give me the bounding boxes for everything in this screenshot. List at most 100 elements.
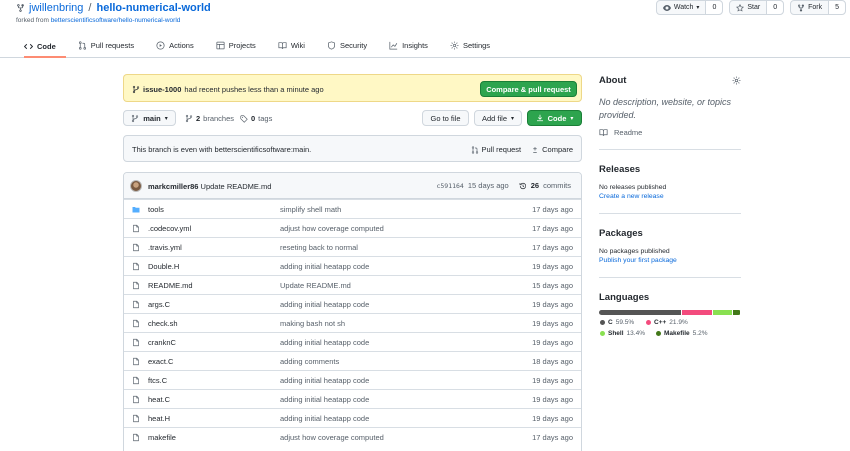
commits-count[interactable]: 26 <box>531 181 539 190</box>
repo-name-link[interactable]: hello-numerical-world <box>96 2 210 14</box>
forked-from-link[interactable]: betterscientificsoftware/hello-numerical… <box>51 17 181 24</box>
tag-icon <box>240 114 248 123</box>
table-row[interactable]: .codecov.yml adjust how coverage computed… <box>124 218 581 237</box>
pull-request-link[interactable]: Pull request <box>471 145 521 154</box>
compare-pull-request-button[interactable]: Compare & pull request <box>480 81 577 97</box>
commits-label[interactable]: commits <box>543 181 571 190</box>
repo-header: jwillenbring / hello-numerical-world for… <box>0 0 850 58</box>
readme-link[interactable]: Readme <box>599 128 642 137</box>
readme-label: Readme <box>614 128 643 137</box>
star-button[interactable]: Star 0 <box>729 0 785 15</box>
file-icon <box>133 243 139 252</box>
file-name-link[interactable]: ftcs.C <box>148 376 167 385</box>
file-name-link[interactable]: exact.C <box>148 357 173 366</box>
file-name-link[interactable]: .codecov.yml <box>148 224 191 233</box>
repo-owner-link[interactable]: jwillenbring <box>29 2 83 14</box>
create-release-link[interactable]: Create a new release <box>599 193 664 200</box>
file-name-link[interactable]: Double.H <box>148 262 179 271</box>
tags-link[interactable]: 0 tags <box>240 114 272 123</box>
code-dropdown-button[interactable]: Code ▾ <box>527 110 582 126</box>
commit-sha[interactable]: c591164 <box>436 182 463 190</box>
file-name-link[interactable]: .travis.yml <box>148 243 182 252</box>
commit-message-link[interactable]: reseting back to normal <box>280 243 358 252</box>
add-file-button[interactable]: Add file ▾ <box>474 110 522 126</box>
commit-message-link[interactable]: adding initial heatapp code <box>280 395 369 404</box>
commit-message-link[interactable]: making bash not sh <box>280 319 345 328</box>
commit-message-link[interactable]: adjust how coverage computed <box>280 433 384 442</box>
packages-empty-text: No packages published <box>599 248 670 255</box>
fork-button[interactable]: Fork 5 <box>790 0 846 15</box>
releases-heading[interactable]: Releases <box>599 164 640 175</box>
branch-name: main <box>143 113 161 123</box>
table-row[interactable]: exact.C adding comments 18 days ago <box>124 351 581 370</box>
file-name-link[interactable]: args.C <box>148 300 170 309</box>
table-row[interactable]: README.md Update README.md 15 days ago <box>124 275 581 294</box>
commit-time: 15 days ago <box>467 181 509 190</box>
table-row[interactable]: .travis.yml reseting back to normal 17 day… <box>124 237 581 256</box>
language-item-shell[interactable]: Shell 13.4% <box>600 330 645 337</box>
commit-message-link[interactable]: adding initial heatapp code <box>280 414 369 423</box>
tab-code[interactable]: Code <box>24 36 66 58</box>
tab-actions[interactable]: Actions <box>156 36 204 54</box>
table-row[interactable]: args.C adding initial heatapp code 19 days… <box>124 294 581 313</box>
tab-projects[interactable]: Projects <box>216 36 266 54</box>
language-item-makefile[interactable]: Makefile 5.2% <box>656 330 707 337</box>
commit-message-link[interactable]: simplify shell math <box>280 205 341 214</box>
tab-insights[interactable]: Insights <box>389 36 438 54</box>
tab-pull-requests[interactable]: Pull requests <box>78 36 144 54</box>
file-name-link[interactable]: heat.C <box>148 395 170 404</box>
table-row[interactable]: tools simplify shell math 17 days ago <box>124 199 581 218</box>
commit-message-link[interactable]: adding initial heatapp code <box>280 338 369 347</box>
branches-link[interactable]: 2 branches <box>185 114 234 123</box>
table-row[interactable]: ftcs.C adding initial heatapp code 19 days… <box>124 370 581 389</box>
table-row[interactable]: heat.H adding initial heatapp code 19 days… <box>124 408 581 427</box>
commit-message-link[interactable]: adding initial heatapp code <box>280 376 369 385</box>
tab-settings[interactable]: Settings <box>450 36 500 54</box>
file-name-link[interactable]: check.sh <box>148 319 178 328</box>
compare-link[interactable]: Compare <box>531 145 573 154</box>
file-name-link[interactable]: heat.H <box>148 414 170 423</box>
language-item-cpp[interactable]: C++ 21.9% <box>646 319 688 326</box>
tags-count: 0 <box>251 114 256 123</box>
star-count[interactable]: 0 <box>767 1 784 14</box>
language-item-c[interactable]: C 59.5% <box>600 319 634 326</box>
gear-icon[interactable] <box>732 76 741 85</box>
file-name-link[interactable]: README.md <box>148 281 193 290</box>
watch-count[interactable]: 0 <box>706 1 723 14</box>
fork-count[interactable]: 5 <box>829 1 845 14</box>
branches-count: 2 <box>196 114 201 123</box>
commit-message-link[interactable]: adding initial heatapp code <box>280 262 369 271</box>
repo-actions: Watch ▾ 0 Star 0 Fork 5 <box>655 0 846 15</box>
commit-message[interactable]: Update README.md <box>201 182 272 191</box>
avatar[interactable] <box>130 180 142 192</box>
go-to-file-label: Go to file <box>430 113 461 123</box>
publish-package-link[interactable]: Publish your first package <box>599 257 677 264</box>
language-name: C <box>608 319 613 326</box>
commit-message-link[interactable]: adding comments <box>280 357 339 366</box>
flash-branch-name[interactable]: issue-1000 <box>143 85 181 94</box>
file-name-link[interactable]: tools <box>148 205 164 214</box>
file-name-link[interactable]: cranknC <box>148 338 176 347</box>
branches-label: branches <box>203 114 235 123</box>
table-row[interactable]: check.sh making bash not sh 19 days ago <box>124 313 581 332</box>
tab-security[interactable]: Security <box>327 36 377 54</box>
table-row[interactable]: cranknC adding initial heatapp code 19 day… <box>124 332 581 351</box>
tab-label: Projects <box>228 40 256 50</box>
watch-button[interactable]: Watch ▾ 0 <box>655 0 724 15</box>
file-name-link[interactable]: makefile <box>148 433 176 442</box>
commit-author[interactable]: markcmiller86 <box>148 182 198 191</box>
table-row[interactable]: heat.C adding initial heatapp code 19 days… <box>124 389 581 408</box>
table-row[interactable]: Double.H adding initial heatapp code 19 da… <box>124 256 581 275</box>
commit-age: 19 days ago <box>532 414 573 423</box>
branch-select[interactable]: main ▾ <box>123 110 176 126</box>
repo-forked-icon <box>17 4 24 12</box>
table-row[interactable]: makefile adjust how coverage computed 17 d… <box>124 427 581 446</box>
commit-message-link[interactable]: adding initial heatapp code <box>280 300 369 309</box>
go-to-file-button[interactable]: Go to file <box>422 110 469 126</box>
commit-message-link[interactable]: adjust how coverage computed <box>280 224 384 233</box>
tab-label: Insights <box>402 40 428 50</box>
commit-message-link[interactable]: Update README.md <box>280 281 351 290</box>
packages-heading[interactable]: Packages <box>599 228 643 239</box>
tab-wiki[interactable]: Wiki <box>278 36 315 54</box>
language-name: Makefile <box>664 330 690 337</box>
